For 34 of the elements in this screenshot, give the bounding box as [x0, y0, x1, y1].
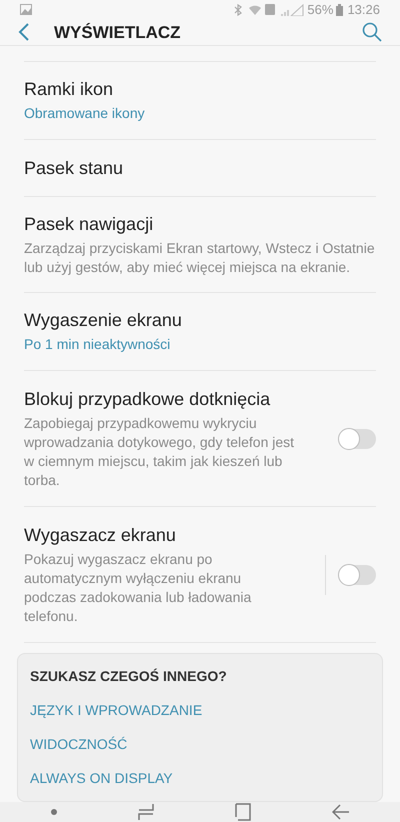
- setting-item[interactable]: Blokuj przypadkowe dotknięcia Zapobiegaj przypadkowemu wykryciu wprowadzania dotykowego, gdy telefon jest w ciemnym miejscu, takim jak kieszeń lub torba.: [24, 371, 376, 506]
- home-icon[interactable]: [234, 803, 250, 821]
- setting-item[interactable]: Ramki ikon Obramowane ikony: [24, 62, 376, 139]
- back-arrow-icon[interactable]: [332, 804, 350, 820]
- dot-icon[interactable]: [50, 809, 56, 815]
- battery-percent: 56%: [307, 1, 334, 19]
- setting-item[interactable]: Pasek stanu: [24, 140, 376, 196]
- page-title: WYŚWIETLACZ: [54, 22, 181, 44]
- setting-item[interactable]: Pasek nawigacji Zarządzaj przyciskami Ekran startowy, Wstecz i Ostatnie lub użyj gestów, aby mieć więcej miejsca na ekranie.: [24, 197, 376, 292]
- back-icon[interactable]: [18, 23, 30, 42]
- setting-value: Obramowane ikony: [24, 104, 146, 123]
- setting-title: Pasek nawigacji: [24, 213, 154, 236]
- setting-item[interactable]: Wygaszenie ekranu Po 1 min nieaktywności: [24, 293, 376, 370]
- setting-title: Wygaszenie ekranu: [24, 309, 183, 332]
- toggle-switch[interactable]: [340, 564, 376, 584]
- toggle-switch[interactable]: [340, 428, 376, 448]
- setting-description: Zarządzaj przyciskami Ekran startowy, Wstecz i Ostatnie lub użyj gestów, aby mieć więcej miejsca na ekranie.: [24, 239, 376, 277]
- setting-title: Blokuj przypadkowe dotknięcia: [24, 388, 272, 411]
- setting-value: Po 1 min nieaktywności: [24, 335, 172, 354]
- suggestions-heading: SZUKASZ CZEGOŚ INNEGO?: [30, 667, 228, 686]
- setting-description: Zapobiegaj przypadkowemu wykryciu wprowadzania dotykowego, gdy telefon jest w ciemnym miejscu, takim jak kieszeń lub torba.: [24, 414, 296, 490]
- signal-icon: [280, 4, 304, 16]
- image-icon: [20, 4, 32, 16]
- search-icon[interactable]: [362, 22, 382, 42]
- battery-icon: [336, 4, 344, 16]
- clock: 13:26: [347, 1, 380, 19]
- bluetooth-icon: [234, 4, 242, 16]
- setting-title: Wygaszacz ekranu: [24, 524, 177, 547]
- wifi-icon: [248, 4, 262, 16]
- setting-title: Ramki ikon: [24, 78, 114, 101]
- setting-title: Pasek stanu: [24, 157, 124, 180]
- setting-description: Pokazuj wygaszacz ekranu po automatycznym wyłączeniu ekranu podczas zadokowania lub ładowania telefonu.: [24, 550, 252, 626]
- recent-apps-icon[interactable]: [138, 803, 154, 821]
- setting-item[interactable]: Wygaszacz ekranu Pokazuj wygaszacz ekranu po automatycznym wyłączeniu ekranu podczas zadokowania lub ładowania telefonu.: [24, 507, 376, 642]
